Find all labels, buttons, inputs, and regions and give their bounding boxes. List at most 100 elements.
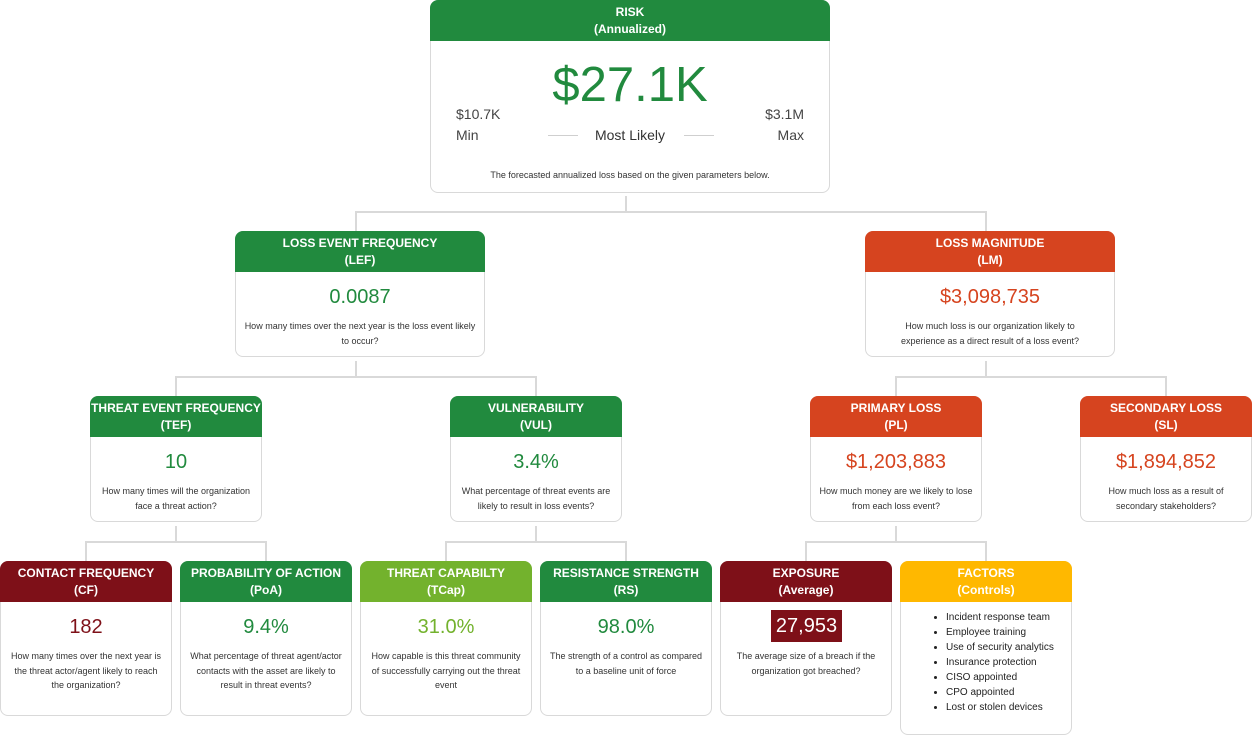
- tef-abbr: (TEF): [160, 417, 192, 432]
- vul-header: VULNERABILITY (VUL): [450, 396, 622, 437]
- list-item: CISO appointed: [946, 670, 1054, 685]
- poa-description: What percentage of threat agent/actor co…: [190, 651, 342, 690]
- cf-card: CONTACT FREQUENCY (CF) 182 How many time…: [0, 561, 172, 716]
- sl-card: SECONDARY LOSS (SL) $1,894,852 How much …: [1080, 396, 1252, 522]
- tef-header: THREAT EVENT FREQUENCY (TEF): [90, 396, 262, 437]
- risk-card: RISK (Annualized) $27.1K $10.7K Min $3.1…: [430, 0, 830, 193]
- connector: [445, 541, 627, 543]
- vul-title: VULNERABILITY: [488, 400, 584, 415]
- lm-description: How much loss is our organization likely…: [900, 321, 1080, 346]
- list-item: Use of security analytics: [946, 640, 1054, 655]
- lm-abbr: (LM): [977, 252, 1003, 267]
- connector: [1165, 376, 1167, 396]
- risk-subtitle: (Annualized): [594, 21, 666, 36]
- connector: [265, 541, 267, 561]
- poa-value: 9.4%: [243, 616, 289, 638]
- exposure-abbr: (Average): [778, 582, 834, 597]
- poa-header: PROBABILITY OF ACTION (PoA): [180, 561, 352, 602]
- vul-description: What percentage of threat events are lik…: [461, 486, 611, 511]
- connector: [355, 361, 357, 377]
- tcap-description: How capable is this threat community of …: [371, 651, 521, 690]
- poa-title: PROBABILITY OF ACTION: [191, 565, 341, 580]
- sl-value: $1,894,852: [1115, 451, 1217, 473]
- list-item: Insurance protection: [946, 655, 1054, 670]
- tef-value: 10: [164, 451, 188, 473]
- lef-card: LOSS EVENT FREQUENCY (LEF) 0.0087 How ma…: [235, 231, 485, 357]
- exposure-value: 27,953: [771, 610, 842, 642]
- tcap-abbr: (TCap): [427, 582, 465, 597]
- list-item: Employee training: [946, 625, 1054, 640]
- lef-header: LOSS EVENT FREQUENCY (LEF): [235, 231, 485, 272]
- connector: [985, 361, 987, 377]
- tef-description: How many times will the organization fac…: [101, 486, 251, 511]
- pl-value: $1,203,883: [845, 451, 947, 473]
- connector: [445, 541, 447, 561]
- poa-card: PROBABILITY OF ACTION (PoA) 9.4% What pe…: [180, 561, 352, 716]
- factors-abbr: (Controls): [957, 582, 1015, 597]
- cf-header: CONTACT FREQUENCY (CF): [0, 561, 172, 602]
- connector: [985, 211, 987, 231]
- lef-description: How many times over the next year is the…: [244, 321, 476, 346]
- risk-most-likely-label: Most Likely: [594, 127, 666, 143]
- lm-value: $3,098,735: [939, 286, 1041, 308]
- exposure-header: EXPOSURE (Average): [720, 561, 892, 602]
- rs-card: RESISTANCE STRENGTH (RS) 98.0% The stren…: [540, 561, 712, 716]
- risk-description: The forecasted annualized loss based on …: [490, 170, 770, 180]
- tef-title: THREAT EVENT FREQUENCY: [91, 400, 261, 415]
- connector: [535, 376, 537, 396]
- connector: [175, 376, 537, 378]
- lef-abbr: (LEF): [344, 252, 376, 267]
- connector: [895, 376, 897, 396]
- list-item: Incident response team: [946, 610, 1054, 625]
- cf-title: CONTACT FREQUENCY: [17, 565, 155, 580]
- risk-max-value: $3.1M: [765, 106, 804, 122]
- connector: [895, 526, 897, 542]
- tcap-header: THREAT CAPABILTY (TCap): [360, 561, 532, 602]
- list-item: CPO appointed: [946, 685, 1054, 700]
- risk-title: RISK: [615, 4, 645, 19]
- lm-card: LOSS MAGNITUDE (LM) $3,098,735 How much …: [865, 231, 1115, 357]
- factors-card: FACTORS (Controls) Incident response tea…: [900, 561, 1072, 735]
- rs-abbr: (RS): [613, 582, 639, 597]
- vul-abbr: (VUL): [520, 417, 552, 432]
- sl-header: SECONDARY LOSS (SL): [1080, 396, 1252, 437]
- connector: [355, 211, 357, 231]
- pl-card: PRIMARY LOSS (PL) $1,203,883 How much mo…: [810, 396, 982, 522]
- tcap-card: THREAT CAPABILTY (TCap) 31.0% How capabl…: [360, 561, 532, 716]
- rs-description: The strength of a control as compared to…: [549, 651, 703, 676]
- exposure-card: EXPOSURE (Average) 27,953 The average si…: [720, 561, 892, 716]
- factors-header: FACTORS (Controls): [900, 561, 1072, 602]
- cf-description: How many times over the next year is the…: [10, 651, 162, 690]
- risk-min-value: $10.7K: [456, 106, 501, 122]
- connector: [625, 196, 627, 212]
- poa-abbr: (PoA): [250, 582, 282, 597]
- pl-description: How much money are we likely to lose fro…: [819, 486, 973, 511]
- tef-card: THREAT EVENT FREQUENCY (TEF) 10 How many…: [90, 396, 262, 522]
- connector: [355, 211, 987, 213]
- connector: [895, 376, 1167, 378]
- connector: [175, 526, 177, 542]
- connector: [805, 541, 987, 543]
- vul-value: 3.4%: [513, 451, 559, 473]
- rs-title: RESISTANCE STRENGTH: [553, 565, 699, 580]
- pl-abbr: (PL): [884, 417, 908, 432]
- connector: [85, 541, 267, 543]
- connector: [625, 541, 627, 561]
- tcap-value: 31.0%: [417, 616, 475, 638]
- divider: [684, 135, 714, 136]
- connector: [985, 541, 987, 561]
- factors-list: Incident response team Employee training…: [931, 610, 1054, 715]
- connector: [85, 541, 87, 561]
- pl-title: PRIMARY LOSS: [850, 400, 942, 415]
- rs-value: 98.0%: [597, 616, 655, 638]
- pl-header: PRIMARY LOSS (PL): [810, 396, 982, 437]
- cf-abbr: (CF): [74, 582, 98, 597]
- lm-header: LOSS MAGNITUDE (LM): [865, 231, 1115, 272]
- factors-title: FACTORS: [957, 565, 1015, 580]
- connector: [535, 526, 537, 542]
- sl-title: SECONDARY LOSS: [1109, 400, 1223, 415]
- list-item: Lost or stolen devices: [946, 700, 1054, 715]
- lm-title: LOSS MAGNITUDE: [935, 235, 1045, 250]
- sl-abbr: (SL): [1154, 417, 1178, 432]
- sl-description: How much loss as a result of secondary s…: [1108, 486, 1224, 511]
